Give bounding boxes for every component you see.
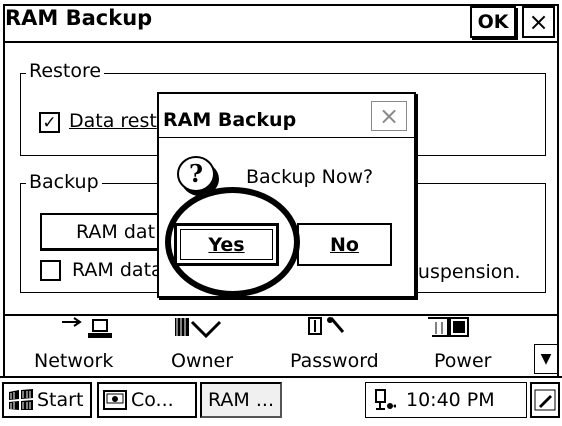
password-icon (308, 317, 345, 335)
ram-data-checkbox[interactable] (40, 260, 61, 281)
window-close-button[interactable]: × (522, 6, 555, 38)
taskbar-control-panel-button[interactable]: Co... (97, 382, 197, 418)
control-panel-item-owner[interactable]: Owner (171, 350, 233, 372)
control-panel-item-power[interactable]: Power (434, 350, 491, 372)
title-divider (3, 41, 559, 43)
dialog-title-divider (159, 137, 414, 138)
taskbar-ram-backup-button[interactable]: RAM ... (200, 382, 282, 418)
restore-data-label-text: Data rest (69, 110, 157, 132)
ram-data-checkbox-label[interactable]: RAM data (72, 259, 163, 281)
restore-legend: Restore (26, 60, 105, 82)
restore-data-checkbox[interactable]: ✓ (39, 112, 60, 133)
dialog-title: RAM Backup (163, 109, 297, 131)
svg-text:?: ? (189, 159, 203, 188)
dialog-message: Backup Now? (246, 166, 374, 188)
control-panel-item-network[interactable]: Network (34, 350, 113, 372)
start-label: Start (37, 389, 84, 411)
clock-time[interactable]: 10:40 PM (406, 389, 495, 411)
suspension-text: suspension. (408, 261, 521, 283)
control-panel-icon (103, 390, 127, 410)
power-icon (428, 317, 469, 337)
system-tray: 10:40 PM (365, 382, 527, 418)
no-button[interactable]: No (297, 223, 392, 266)
control-panel-item-password[interactable]: Password (290, 350, 379, 372)
highlight-circle-annotation (165, 187, 300, 297)
backup-legend: Backup (26, 171, 102, 193)
window-title: RAM Backup (5, 6, 153, 30)
input-panel-pencil-icon[interactable] (530, 382, 560, 418)
ok-button[interactable]: OK (470, 6, 516, 38)
connection-icon[interactable] (374, 389, 397, 411)
restore-data-label[interactable]: Data rest (69, 110, 157, 132)
scroll-down-arrow-icon[interactable]: ▼ (534, 344, 558, 374)
network-icon (62, 317, 112, 338)
ram-data-backup-button[interactable]: RAM dat (40, 213, 170, 251)
start-flag-icon (9, 389, 33, 410)
start-button[interactable]: Start (2, 382, 92, 418)
taskbar-co-label: Co... (131, 389, 174, 411)
owner-icon (175, 318, 222, 339)
dialog-close-button[interactable]: × (371, 101, 407, 131)
